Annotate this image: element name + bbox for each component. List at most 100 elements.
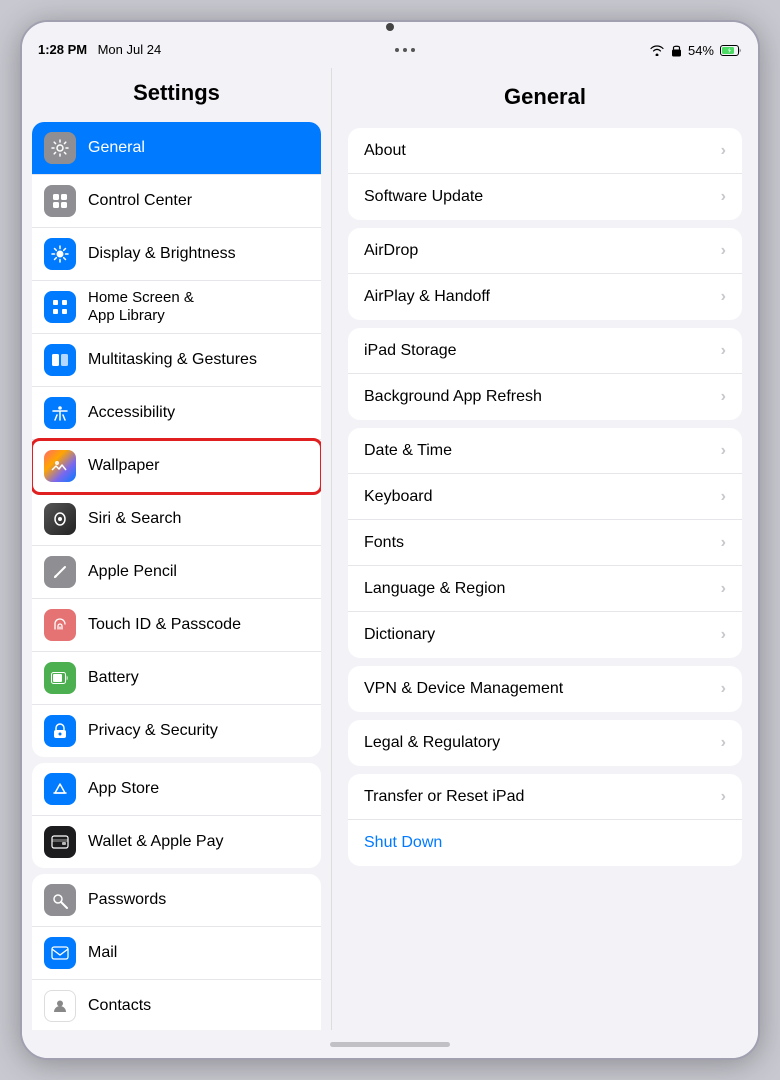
detail-item-date-time[interactable]: Date & Time › bbox=[348, 428, 742, 474]
sidebar-passwords-label: Passwords bbox=[88, 891, 166, 909]
status-time: 1:28 PM Mon Jul 24 bbox=[38, 41, 161, 59]
legal-label: Legal & Regulatory bbox=[364, 734, 500, 752]
sidebar-item-app-store[interactable]: App Store bbox=[32, 763, 321, 816]
mail-icon bbox=[44, 937, 76, 969]
software-update-chevron: › bbox=[721, 188, 726, 206]
time-display: 1:28 PM bbox=[38, 42, 87, 57]
sidebar-item-wallpaper[interactable]: Wallpaper bbox=[32, 440, 321, 493]
sidebar-general-label: General bbox=[88, 139, 145, 157]
detail-group-about: About › Software Update › bbox=[348, 128, 742, 220]
detail-item-airplay[interactable]: AirPlay & Handoff › bbox=[348, 274, 742, 320]
airplay-chevron: › bbox=[721, 288, 726, 306]
sidebar-wallet-label: Wallet & Apple Pay bbox=[88, 833, 223, 851]
background-refresh-label: Background App Refresh bbox=[364, 388, 542, 406]
detail-item-software-update[interactable]: Software Update › bbox=[348, 174, 742, 220]
detail-item-airdrop[interactable]: AirDrop › bbox=[348, 228, 742, 274]
ipad-storage-chevron: › bbox=[721, 342, 726, 360]
accessibility-icon bbox=[44, 397, 76, 429]
vpn-label: VPN & Device Management bbox=[364, 680, 563, 698]
detail-item-keyboard[interactable]: Keyboard › bbox=[348, 474, 742, 520]
sidebar-item-contacts[interactable]: Contacts bbox=[32, 980, 321, 1030]
multitasking-icon bbox=[44, 344, 76, 376]
detail-item-fonts[interactable]: Fonts › bbox=[348, 520, 742, 566]
sidebar-home-screen-label: Home Screen &App Library bbox=[88, 289, 194, 325]
settings-group-system: General Control Center Dis bbox=[32, 122, 321, 757]
detail-item-about[interactable]: About › bbox=[348, 128, 742, 174]
airplay-label: AirPlay & Handoff bbox=[364, 288, 490, 306]
sidebar-item-home-screen[interactable]: Home Screen &App Library bbox=[32, 281, 321, 334]
detail-item-legal[interactable]: Legal & Regulatory › bbox=[348, 720, 742, 766]
legal-chevron: › bbox=[721, 734, 726, 752]
settings-group-store: App Store Wallet & Apple Pay bbox=[32, 763, 321, 868]
detail-item-language-region[interactable]: Language & Region › bbox=[348, 566, 742, 612]
sidebar-item-passwords[interactable]: Passwords bbox=[32, 874, 321, 927]
siri-icon bbox=[44, 503, 76, 535]
shut-down-label: Shut Down bbox=[364, 834, 442, 852]
detail-item-shut-down[interactable]: Shut Down bbox=[348, 820, 742, 866]
battery-settings-icon bbox=[44, 662, 76, 694]
sidebar-privacy-label: Privacy & Security bbox=[88, 722, 218, 740]
sidebar-item-siri[interactable]: Siri & Search bbox=[32, 493, 321, 546]
settings-group-apps: Passwords Mail Contacts bbox=[32, 874, 321, 1030]
sidebar-item-general[interactable]: General bbox=[32, 122, 321, 175]
battery-icon bbox=[720, 45, 742, 56]
wallpaper-icon bbox=[44, 450, 76, 482]
sidebar-multitasking-label: Multitasking & Gestures bbox=[88, 351, 257, 369]
ipad-storage-label: iPad Storage bbox=[364, 342, 457, 360]
fonts-label: Fonts bbox=[364, 534, 404, 552]
date-display: Mon Jul 24 bbox=[98, 42, 162, 57]
detail-item-background-refresh[interactable]: Background App Refresh › bbox=[348, 374, 742, 420]
status-bar: 1:28 PM Mon Jul 24 54% bbox=[22, 32, 758, 68]
passwords-icon bbox=[44, 884, 76, 916]
home-bar bbox=[22, 1030, 758, 1058]
background-refresh-chevron: › bbox=[721, 388, 726, 406]
about-chevron: › bbox=[721, 142, 726, 160]
detail-group-storage: iPad Storage › Background App Refresh › bbox=[348, 328, 742, 420]
detail-item-ipad-storage[interactable]: iPad Storage › bbox=[348, 328, 742, 374]
sidebar-item-mail[interactable]: Mail bbox=[32, 927, 321, 980]
privacy-icon bbox=[44, 715, 76, 747]
sidebar-item-touch-id[interactable]: Touch ID & Passcode bbox=[32, 599, 321, 652]
general-icon bbox=[44, 132, 76, 164]
touch-id-icon bbox=[44, 609, 76, 641]
sidebar-item-control-center[interactable]: Control Center bbox=[32, 175, 321, 228]
date-time-chevron: › bbox=[721, 442, 726, 460]
sidebar-wallpaper-label: Wallpaper bbox=[88, 457, 159, 475]
sidebar-app-store-label: App Store bbox=[88, 780, 159, 798]
sidebar-display-label: Display & Brightness bbox=[88, 245, 236, 263]
sidebar-mail-label: Mail bbox=[88, 944, 117, 962]
apple-pencil-icon bbox=[44, 556, 76, 588]
keyboard-label: Keyboard bbox=[364, 488, 433, 506]
language-region-label: Language & Region bbox=[364, 580, 505, 598]
sidebar-item-battery[interactable]: Battery bbox=[32, 652, 321, 705]
status-right: 54% bbox=[649, 43, 742, 58]
sidebar-item-apple-pencil[interactable]: Apple Pencil bbox=[32, 546, 321, 599]
sidebar-scroll[interactable]: General Control Center Dis bbox=[22, 116, 331, 1030]
sidebar-item-multitasking[interactable]: Multitasking & Gestures bbox=[32, 334, 321, 387]
detail-item-vpn[interactable]: VPN & Device Management › bbox=[348, 666, 742, 712]
sidebar-item-wallet[interactable]: Wallet & Apple Pay bbox=[32, 816, 321, 868]
wallet-icon bbox=[44, 826, 76, 858]
sidebar-item-privacy[interactable]: Privacy & Security bbox=[32, 705, 321, 757]
dictionary-label: Dictionary bbox=[364, 626, 435, 644]
sidebar-item-display[interactable]: Display & Brightness bbox=[32, 228, 321, 281]
battery-percent: 54% bbox=[688, 43, 714, 58]
sidebar-title: Settings bbox=[22, 68, 331, 116]
sidebar-accessibility-label: Accessibility bbox=[88, 404, 175, 422]
detail-group-localization: Date & Time › Keyboard › Fonts › Languag… bbox=[348, 428, 742, 658]
app-store-icon bbox=[44, 773, 76, 805]
transfer-reset-chevron: › bbox=[721, 788, 726, 806]
sidebar-battery-label: Battery bbox=[88, 669, 139, 687]
vpn-chevron: › bbox=[721, 680, 726, 698]
detail-item-dictionary[interactable]: Dictionary › bbox=[348, 612, 742, 658]
detail-panel: General About › Software Update › AirDro… bbox=[332, 68, 758, 1030]
sidebar-item-accessibility[interactable]: Accessibility bbox=[32, 387, 321, 440]
keyboard-chevron: › bbox=[721, 488, 726, 506]
home-indicator bbox=[330, 1042, 450, 1047]
airdrop-chevron: › bbox=[721, 242, 726, 260]
detail-item-transfer-reset[interactable]: Transfer or Reset iPad › bbox=[348, 774, 742, 820]
home-screen-icon bbox=[44, 291, 76, 323]
transfer-reset-label: Transfer or Reset iPad bbox=[364, 788, 524, 806]
lock-icon bbox=[671, 44, 682, 57]
sidebar-control-center-label: Control Center bbox=[88, 192, 192, 210]
